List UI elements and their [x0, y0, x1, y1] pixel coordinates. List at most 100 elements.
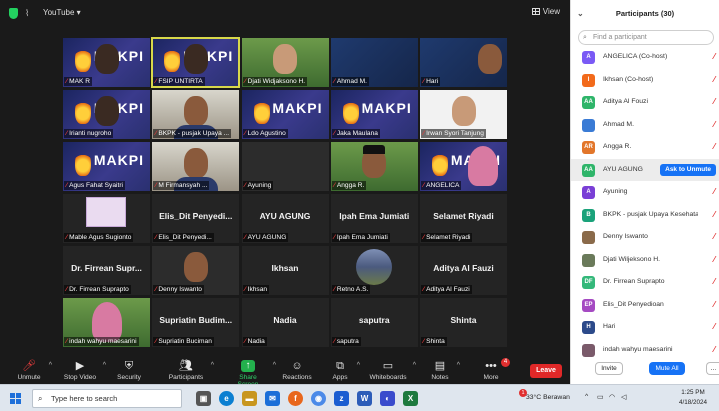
participant-video-tile[interactable]: ⁄ Irwan Syori Tanjung [420, 90, 507, 139]
participant-video-tile[interactable]: ⁄ M Firmansyah ... [152, 142, 240, 191]
chevron-up-icon[interactable]: ^ [103, 362, 106, 369]
participant-list-item[interactable]: A Ayuning ⁄ [571, 181, 719, 204]
participant-list-item[interactable]: DF Dr. Firrean Suprapto ⁄ [571, 271, 719, 294]
participant-video-tile[interactable]: MAKPI ⁄ Agus Fahat Syaitri [63, 142, 150, 191]
participant-video-tile[interactable]: ⁄ Hari [420, 38, 507, 87]
participant-video-tile[interactable]: ⁄ Ayuning [241, 142, 329, 191]
participant-video-tile[interactable]: Elis_Dit Penyedi... ⁄ Elis_Dit Penyedi... [152, 194, 240, 243]
more-options-button[interactable]: ... [706, 362, 719, 375]
notes-button[interactable]: ▤ Notes ^ [428, 360, 460, 381]
volume-icon[interactable]: ◁ [621, 393, 626, 401]
tray-chevron-icon[interactable]: ^ [585, 393, 588, 400]
reactions-button[interactable]: ☺ Reactions [282, 360, 312, 381]
muted-mic-icon: ⁄ [244, 338, 246, 345]
participant-video-tile[interactable]: ⁄ Retno A.S. [330, 246, 418, 295]
more-button[interactable]: ••• 4 More [480, 358, 510, 381]
whiteboards-button[interactable]: ▭ Whiteboards ^ [368, 360, 416, 381]
connection-icon[interactable]: ⌇ [25, 8, 29, 19]
mute-all-button[interactable]: Mute All [649, 362, 685, 375]
participant-video-tile[interactable]: Ipah Ema Jumiati ⁄ Ipah Ema Jumiati [330, 194, 418, 243]
participant-list-item[interactable]: B BKPK - pusjak Upaya Kesehata... ⁄ [571, 204, 719, 227]
leave-button[interactable]: Leave [530, 364, 562, 378]
participants-button[interactable]: 👥︎ 30 Participants ^ [166, 359, 214, 381]
participant-video-tile[interactable]: MAKPI ⁄ Ldo Agustino [241, 90, 329, 139]
system-clock[interactable]: 1:25 PM 4/18/2024 [679, 388, 707, 408]
participant-video-tile[interactable]: Aditya Al Fauzi ⁄ Aditya Al Fauzi [420, 246, 507, 295]
participant-list-item[interactable]: AA Aditya Al Fouzi ⁄ [571, 91, 719, 114]
chevron-up-icon[interactable]: ^ [457, 362, 460, 369]
participant-video-tile[interactable]: MAKPI ⁄ MAK R [63, 38, 150, 87]
participant-name-label: ⁄ Aditya Al Fauzi [421, 285, 472, 294]
participant-list-item[interactable]: Ahmad M. ⁄ [571, 114, 719, 137]
apps-icon: ⧉ [336, 360, 344, 372]
participant-name: ANGELICA [426, 182, 460, 189]
stop-video-button[interactable]: ▶ Stop Video ^ [62, 360, 106, 381]
chevron-up-icon[interactable]: ^ [357, 362, 360, 369]
task-view-icon[interactable]: ▣ [196, 391, 211, 406]
excel-icon[interactable]: X [403, 391, 418, 406]
participant-video-tile[interactable]: ⁄ indah wahyu maesarini [63, 298, 150, 347]
participant-video-tile[interactable]: Ikhsan ⁄ Ikhsan [241, 246, 329, 295]
participant-name-label: ⁄ BKPK - pusjak Upaya ... [153, 129, 232, 138]
participant-video-tile[interactable]: AYU AGUNG ⁄ AYU AGUNG [241, 194, 329, 243]
participant-list-item[interactable]: I Ikhsan (Co-host) ⁄ [571, 69, 719, 92]
youtube-live-button[interactable]: YouTube ▾ [43, 8, 81, 17]
unmute-button[interactable]: 🎤︎ Unmute ^ [14, 360, 52, 381]
participant-video-tile[interactable]: ⁄ Denny Iswanto [152, 246, 240, 295]
participant-video-tile[interactable]: ⁄ Mable Agus Sugionto [63, 194, 150, 243]
invite-button[interactable]: Invite [595, 362, 623, 375]
participant-search-input[interactable]: ⌕ Find a participant [578, 30, 714, 45]
mail-icon[interactable]: ✉ [265, 391, 280, 406]
participant-video-tile[interactable]: MAKPI ⁄ FSIP UNTIRTA [151, 37, 241, 88]
participant-list-item[interactable]: H Hari ⁄ [571, 316, 719, 339]
participant-video-tile[interactable]: MAKPI ⁄ Jaka Maulana [330, 90, 418, 139]
zoom-app-icon[interactable]: z [334, 391, 349, 406]
edge-icon[interactable]: e [219, 391, 234, 406]
participant-video-tile[interactable]: ⁄ Ahmad M. [330, 38, 418, 87]
wifi-icon[interactable]: ◠ [609, 393, 615, 401]
participant-video-tile[interactable]: MAKPI ⁄ Irianti nugroho [63, 90, 150, 139]
view-button[interactable]: View [531, 7, 560, 16]
windows-start-icon[interactable] [10, 393, 21, 404]
participant-video-tile[interactable]: saputra ⁄ saputra [330, 298, 418, 347]
file-explorer-icon[interactable]: ▬ [242, 391, 257, 406]
participant-list-item[interactable]: AR Angga R. ⁄ [571, 136, 719, 159]
participant-name-label: ⁄ Selamet Riyadi [421, 233, 473, 242]
participant-face [183, 252, 208, 282]
chevron-down-icon[interactable]: ⌄ [577, 0, 584, 28]
apps-button[interactable]: ⧉ Apps ^ [328, 360, 360, 381]
participant-list-item[interactable]: EP Elis_Dit Penyedioan ⁄ [571, 294, 719, 317]
network-icon[interactable]: ▭ [597, 393, 603, 401]
encryption-shield-icon[interactable] [9, 8, 18, 19]
participant-list-item[interactable]: Denny Iswanto ⁄ [571, 226, 719, 249]
participant-video-tile[interactable]: Shinta ⁄ Shinta [420, 298, 507, 347]
weather-widget[interactable]: 33°C Berawan [526, 394, 570, 401]
chevron-up-icon[interactable]: ^ [49, 362, 52, 369]
taskbar-search-input[interactable]: ⌕ Type here to search [32, 389, 182, 408]
participant-list-item[interactable]: AA AYU AGUNG Ask to Unmute [571, 158, 719, 181]
participant-video-tile[interactable]: Selamet Riyadi ⁄ Selamet Riyadi [420, 194, 507, 243]
participants-footer: Invite Mute All ... [571, 354, 719, 384]
participant-list-item[interactable]: Djati Wiljeksono H. ⁄ [571, 249, 719, 272]
participant-video-tile[interactable]: MAKPI⁄ANGELICA [420, 142, 507, 191]
participant-video-tile[interactable]: Nadia ⁄ Nadia [241, 298, 329, 347]
ask-to-unmute-button[interactable]: Ask to Unmute [660, 163, 716, 176]
chrome-icon[interactable]: ◉ [311, 391, 326, 406]
notes-label: Notes [431, 374, 449, 381]
chevron-up-icon[interactable]: ^ [273, 362, 276, 369]
participant-list-item[interactable]: A ANGELICA (Co-host) ⁄ [571, 46, 719, 69]
muted-mic-icon: ⁄ [66, 338, 68, 345]
participant-name-label: ⁄ Elis_Dit Penyedi... [153, 233, 214, 242]
participant-avatar: EP [582, 298, 595, 312]
chevron-up-icon[interactable]: ^ [413, 362, 416, 369]
participant-video-tile[interactable]: Supriatin Budim... ⁄ Supriatin Buciman [152, 298, 240, 347]
participant-video-tile[interactable]: Dr. Firrean Supr... ⁄ Dr. Firrean Suprapto [63, 246, 150, 295]
participant-video-tile[interactable]: ⁄ Angga R. [330, 142, 418, 191]
firefox-icon[interactable]: f [288, 391, 303, 406]
zoom-meeting-icon[interactable]: ◐ [380, 391, 395, 406]
participant-video-tile[interactable]: ⁄ BKPK - pusjak Upaya ... [152, 90, 240, 139]
security-button[interactable]: ⛨ Security [114, 360, 144, 381]
participant-video-tile[interactable]: ⁄ Djati Widjaksono H. [241, 38, 329, 87]
word-icon[interactable]: W [357, 391, 372, 406]
chevron-up-icon[interactable]: ^ [211, 362, 214, 369]
